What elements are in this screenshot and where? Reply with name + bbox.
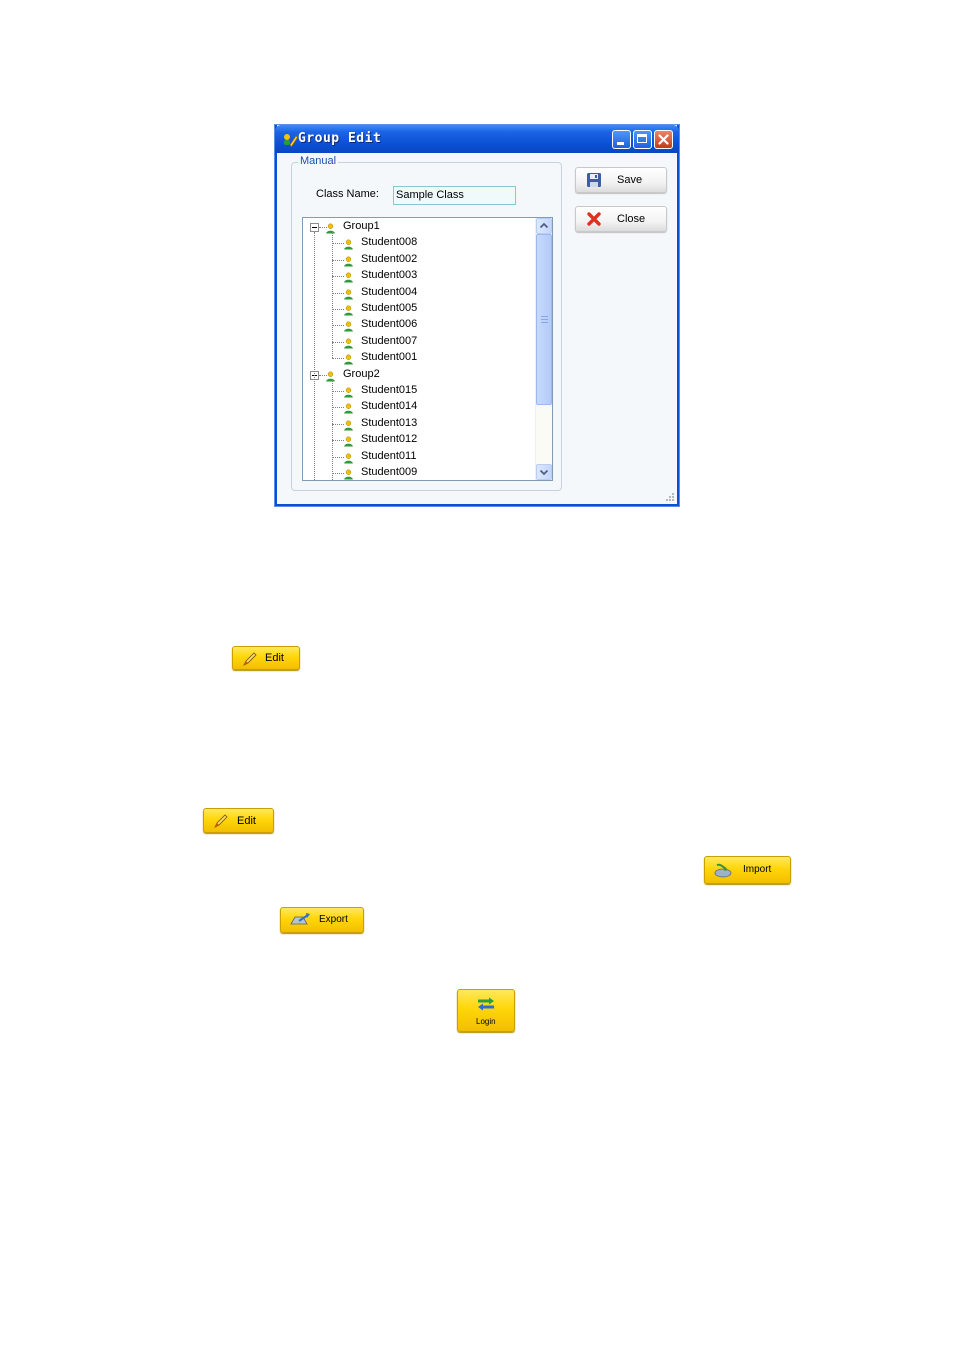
tree-group-label[interactable]: Group2	[343, 368, 380, 380]
export-button[interactable]: Export	[280, 907, 364, 933]
chevron-down-icon	[539, 469, 549, 476]
groupbox-label: Manual	[298, 155, 339, 167]
tree-student-item[interactable]: Student015	[361, 384, 417, 396]
tree-group-label[interactable]: Group1	[343, 220, 380, 232]
edit-button-label: Edit	[237, 815, 256, 827]
floppy-disk-icon	[587, 173, 601, 187]
person-icon	[343, 319, 354, 332]
tree-student-item[interactable]: Student007	[361, 335, 417, 347]
person-icon	[343, 418, 354, 431]
group-edit-icon	[284, 134, 298, 147]
person-icon	[343, 451, 354, 464]
save-button[interactable]: Save	[575, 167, 667, 193]
tree-student-item[interactable]: Student004	[361, 286, 417, 298]
tree-expander[interactable]	[310, 223, 319, 232]
class-name-label: Class Name:	[316, 188, 379, 200]
pencil-icon	[214, 814, 228, 828]
save-button-label: Save	[617, 174, 643, 186]
pencil-icon	[243, 652, 257, 666]
tree-student-item[interactable]: Student001	[361, 351, 417, 363]
chevron-up-icon	[539, 222, 549, 229]
title-bar[interactable]: Group Edit	[275, 125, 679, 153]
tree-student-item[interactable]: Student002	[361, 253, 417, 265]
dialog-title: Group Edit	[298, 131, 382, 146]
import-button[interactable]: Import	[704, 856, 791, 884]
person-icon	[343, 385, 354, 398]
person-icon	[325, 369, 336, 382]
import-button-label: Import	[743, 864, 772, 875]
tree-student-item[interactable]: Student009	[361, 466, 417, 478]
login-button[interactable]: Login	[457, 989, 515, 1032]
scroll-up-button[interactable]	[536, 218, 552, 234]
export-button-label: Export	[319, 914, 348, 925]
person-icon	[343, 434, 354, 447]
resize-grip-icon[interactable]	[665, 492, 675, 502]
person-icon	[343, 401, 354, 414]
minimize-button[interactable]	[612, 130, 631, 149]
person-icon	[343, 287, 354, 300]
tree-student-item[interactable]: Student014	[361, 400, 417, 412]
close-icon	[658, 134, 669, 145]
edit-button-2[interactable]: Edit	[203, 808, 274, 833]
person-icon	[325, 221, 336, 234]
person-icon	[343, 467, 354, 480]
login-arrows-icon	[478, 997, 494, 1011]
person-icon	[343, 352, 354, 365]
scroll-thumb[interactable]	[536, 234, 552, 405]
tree-student-item[interactable]: Student008	[361, 236, 417, 248]
tree-student-item[interactable]: Student006	[361, 318, 417, 330]
close-button-label: Close	[617, 213, 646, 225]
import-icon	[714, 863, 732, 878]
person-icon	[343, 336, 354, 349]
scroll-down-button[interactable]	[536, 464, 552, 480]
class-name-input[interactable]: Sample Class	[393, 186, 516, 205]
red-x-icon	[587, 212, 601, 226]
tree-student-item[interactable]: Student013	[361, 417, 417, 429]
tree-scrollbar[interactable]	[535, 218, 552, 480]
close-button[interactable]: Close	[575, 206, 667, 232]
tree-student-item[interactable]: Student012	[361, 433, 417, 445]
tree-student-item[interactable]: Student011	[361, 450, 416, 462]
close-window-button[interactable]	[654, 130, 673, 149]
person-icon	[343, 237, 354, 250]
maximize-button[interactable]	[633, 130, 652, 149]
login-button-label: Login	[476, 1017, 496, 1026]
group-edit-dialog: Group Edit Manual Class Name: Sample Cla…	[275, 125, 679, 506]
person-icon	[343, 254, 354, 267]
group-tree[interactable]: Group1 Student008 Student002 Student003 Stud…	[302, 217, 553, 481]
person-icon	[343, 270, 354, 283]
person-icon	[343, 303, 354, 316]
tree-student-item[interactable]: Student005	[361, 302, 417, 314]
edit-button-label: Edit	[265, 652, 284, 664]
tree-student-item[interactable]: Student003	[361, 269, 417, 281]
edit-button[interactable]: Edit	[232, 646, 300, 670]
export-icon	[290, 913, 310, 925]
